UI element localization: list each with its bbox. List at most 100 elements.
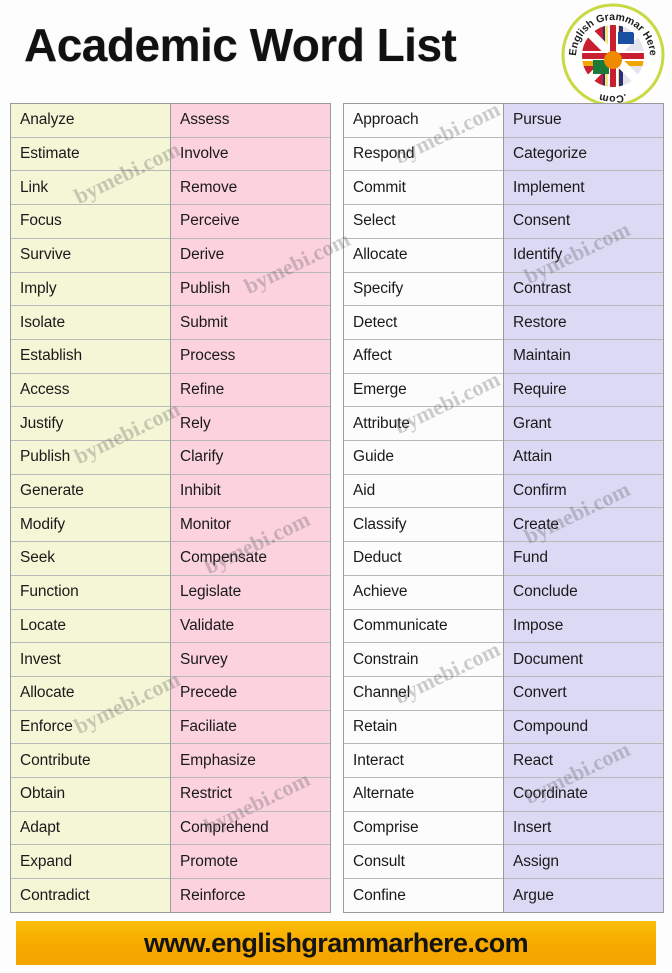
word-cell: Expand	[11, 845, 170, 880]
word-cell: Involve	[171, 137, 330, 172]
word-cell: Document	[504, 643, 663, 677]
word-list-tables: Analyze Estimate Link Focus Survive Imply Isol…	[10, 103, 664, 913]
word-cell: Compensate	[171, 542, 330, 576]
word-cell: Attain	[504, 441, 663, 475]
word-cell: Coordinate	[504, 778, 663, 812]
word-cell: Retain	[344, 710, 503, 745]
word-cell: Isolate	[11, 306, 170, 340]
word-cell: Estimate	[11, 137, 170, 172]
word-cell: Constrain	[344, 643, 503, 677]
word-cell: Interact	[344, 744, 503, 779]
word-cell: Promote	[171, 845, 330, 880]
word-cell: Inhibit	[171, 474, 330, 509]
page-title: Academic Word List	[24, 19, 457, 71]
word-cell: Contradict	[11, 879, 170, 912]
word-cell: Allocate	[344, 238, 503, 273]
word-cell: Argue	[504, 879, 663, 912]
word-cell: Adapt	[11, 811, 170, 846]
word-cell: Consult	[344, 845, 503, 880]
word-cell: Reinforce	[171, 879, 330, 912]
word-cell: Remove	[171, 171, 330, 206]
word-cell: Impose	[504, 609, 663, 644]
word-cell: Imply	[11, 272, 170, 307]
word-cell: Locate	[11, 609, 170, 644]
word-cell: Restore	[504, 306, 663, 340]
word-cell: Insert	[504, 811, 663, 846]
word-cell: Emerge	[344, 373, 503, 408]
word-cell: Clarify	[171, 441, 330, 475]
word-cell: Validate	[171, 609, 330, 644]
word-cell: Affect	[344, 339, 503, 374]
word-cell: Attribute	[344, 407, 503, 442]
word-cell: Publish	[171, 272, 330, 307]
word-cell: Guide	[344, 441, 503, 475]
word-column-2: Assess Involve Remove Perceive Derive Publish…	[170, 104, 330, 912]
word-cell: Justify	[11, 407, 170, 442]
word-cell: Aid	[344, 474, 503, 509]
word-cell: Convert	[504, 676, 663, 711]
word-cell: Rely	[171, 407, 330, 442]
word-cell: React	[504, 744, 663, 779]
page-header: Academic Word List English Grammar Here …	[0, 0, 672, 107]
word-cell: Conclude	[504, 575, 663, 610]
word-table-right: Approach Respond Commit Select Allocate Speci…	[343, 103, 664, 913]
word-cell: Survive	[11, 238, 170, 273]
word-cell: Faciliate	[171, 710, 330, 745]
word-cell: Confirm	[504, 474, 663, 509]
word-cell: Create	[504, 508, 663, 543]
word-cell: Publish	[11, 441, 170, 475]
word-cell: Contribute	[11, 744, 170, 779]
word-cell: Implement	[504, 171, 663, 206]
word-cell: Achieve	[344, 575, 503, 610]
word-cell: Deduct	[344, 542, 503, 576]
word-cell: Focus	[11, 205, 170, 239]
word-cell: Respond	[344, 137, 503, 172]
word-cell: Require	[504, 373, 663, 408]
english-grammar-here-logo: English Grammar Here .Com	[560, 2, 666, 108]
word-cell: Consent	[504, 205, 663, 239]
word-cell: Confine	[344, 879, 503, 912]
word-cell: Establish	[11, 339, 170, 374]
word-cell: Link	[11, 171, 170, 206]
word-cell: Legislate	[171, 575, 330, 610]
word-cell: Function	[11, 575, 170, 610]
word-cell: Process	[171, 339, 330, 374]
word-cell: Enforce	[11, 710, 170, 745]
word-cell: Access	[11, 373, 170, 408]
site-url-text: www.englishgrammarhere.com	[143, 927, 529, 958]
word-cell: Allocate	[11, 676, 170, 711]
word-column-4: Pursue Categorize Implement Consent Identify…	[503, 104, 663, 912]
word-cell: Derive	[171, 238, 330, 273]
word-cell: Categorize	[504, 137, 663, 172]
word-cell: Assign	[504, 845, 663, 880]
word-cell: Submit	[171, 306, 330, 340]
word-cell: Pursue	[504, 104, 663, 138]
word-cell: Detect	[344, 306, 503, 340]
word-cell: Seek	[11, 542, 170, 576]
word-cell: Alternate	[344, 778, 503, 812]
word-cell: Compound	[504, 710, 663, 745]
word-cell: Obtain	[11, 778, 170, 812]
word-cell: Emphasize	[171, 744, 330, 779]
word-cell: Modify	[11, 508, 170, 543]
word-cell: Perceive	[171, 205, 330, 239]
word-cell: Specify	[344, 272, 503, 307]
word-cell: Monitor	[171, 508, 330, 543]
word-cell: Invest	[11, 643, 170, 677]
word-cell: Precede	[171, 676, 330, 711]
word-cell: Comprehend	[171, 811, 330, 846]
word-column-3: Approach Respond Commit Select Allocate Speci…	[344, 104, 503, 912]
word-cell: Survey	[171, 643, 330, 677]
word-cell: Channel	[344, 676, 503, 711]
word-table-left: Analyze Estimate Link Focus Survive Imply Isol…	[10, 103, 331, 913]
word-cell: Refine	[171, 373, 330, 408]
word-cell: Assess	[171, 104, 330, 138]
word-cell: Communicate	[344, 609, 503, 644]
word-cell: Contrast	[504, 272, 663, 307]
site-url-banner: www.englishgrammarhere.com	[16, 921, 656, 965]
word-cell: Restrict	[171, 778, 330, 812]
word-cell: Fund	[504, 542, 663, 576]
word-cell: Maintain	[504, 339, 663, 374]
word-cell: Classify	[344, 508, 503, 543]
word-cell: Approach	[344, 104, 503, 138]
